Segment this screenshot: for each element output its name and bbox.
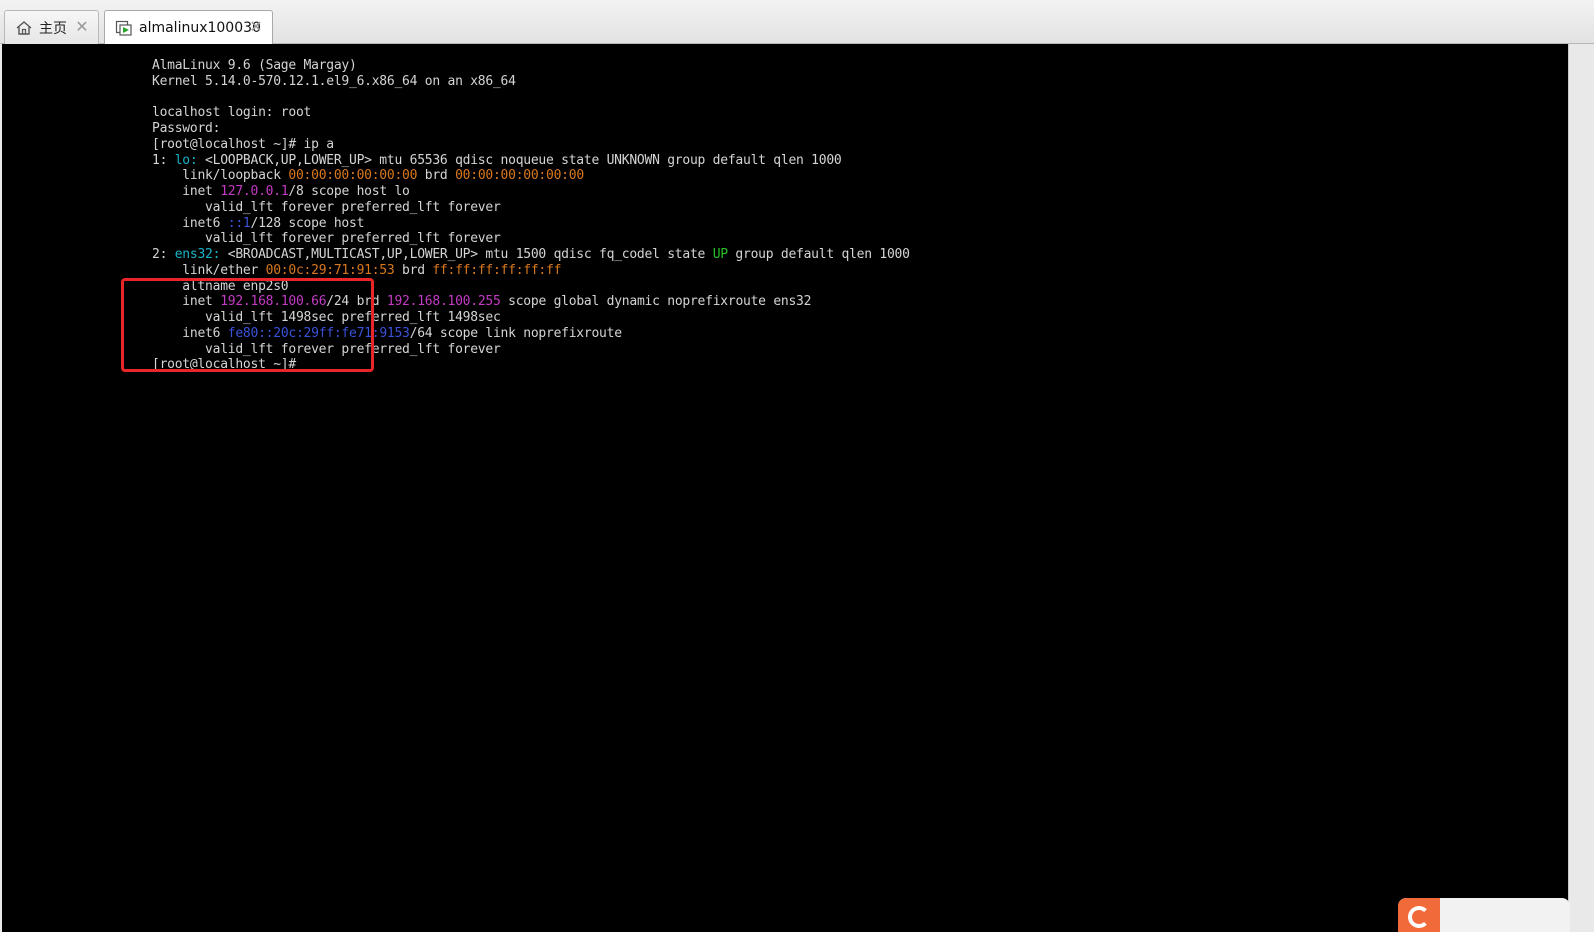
close-icon[interactable]: ✕ bbox=[248, 19, 264, 35]
terminal-line: valid_lft forever preferred_lft forever bbox=[152, 342, 910, 358]
terminal-text: 192.168.100.255 bbox=[386, 294, 501, 310]
terminal-text: <LOOPBACK,UP,LOWER_UP> mtu 65536 qdisc n… bbox=[197, 152, 842, 168]
terminal-text: inet bbox=[152, 184, 221, 199]
terminal-text: 127.0.0.1 bbox=[220, 184, 289, 199]
terminal-line: inet 127.0.0.1/8 scope host lo bbox=[152, 184, 910, 200]
terminal-text: brd bbox=[394, 262, 433, 278]
terminal-text: 2: bbox=[152, 247, 175, 262]
terminal-text: group default qlen 1000 bbox=[727, 247, 910, 262]
terminal-text: link/ether bbox=[152, 262, 266, 278]
tab-home[interactable]: 主页 ✕ bbox=[4, 10, 99, 44]
vm-icon bbox=[115, 19, 133, 37]
terminal-text: /24 brd bbox=[326, 294, 387, 310]
floating-widget[interactable] bbox=[1398, 898, 1570, 932]
terminal-text: <BROADCAST,MULTICAST,UP,LOWER_UP> mtu 15… bbox=[220, 247, 713, 262]
terminal-text: [root@localhost ~]# bbox=[152, 357, 296, 373]
terminal-text: scope global dynamic noprefixroute ens32 bbox=[500, 294, 812, 310]
terminal-text: 00:00:00:00:00:00 bbox=[288, 168, 418, 184]
terminal-text: inet6 bbox=[152, 215, 228, 231]
terminal-line: valid_lft forever preferred_lft forever bbox=[152, 231, 910, 247]
terminal-line: link/ether 00:0c:29:71:91:53 brd ff:ff:f… bbox=[152, 263, 910, 279]
terminal-text: valid_lft forever preferred_lft forever bbox=[152, 199, 501, 215]
terminal-line: inet 192.168.100.66/24 brd 192.168.100.2… bbox=[152, 294, 910, 310]
tab-almalinux-label: almalinux100030 bbox=[139, 20, 261, 36]
terminal-text: fe80::20c:29ff:fe71:9153 bbox=[227, 325, 410, 341]
terminal-text: ff:ff:ff:ff:ff:ff bbox=[432, 262, 562, 278]
close-icon[interactable]: ✕ bbox=[74, 19, 90, 35]
terminal-text: valid_lft 1498sec preferred_lft 1498sec bbox=[152, 310, 501, 325]
tab-bar: 主页 ✕ almalinux100030 ✕ bbox=[0, 0, 1594, 45]
terminal-line: [root@localhost ~]# ip a bbox=[152, 137, 910, 153]
terminal-text: 192.168.100.66 bbox=[220, 294, 327, 310]
tab-home-label: 主页 bbox=[39, 20, 67, 37]
terminal-text: /128 scope host bbox=[250, 215, 365, 231]
terminal-text: 1: bbox=[152, 152, 175, 168]
terminal-text: localhost login: root bbox=[152, 105, 312, 121]
terminal-text: ens32: bbox=[174, 247, 221, 262]
terminal-text: Password: bbox=[152, 121, 221, 136]
terminal-line: AlmaLinux 9.6 (Sage Margay) bbox=[152, 58, 910, 74]
terminal-line: Password: bbox=[152, 121, 910, 137]
terminal-line: 2: ens32: <BROADCAST,MULTICAST,UP,LOWER_… bbox=[152, 247, 910, 263]
terminal-text: lo: bbox=[174, 152, 198, 168]
terminal-line: 1: lo: <LOOPBACK,UP,LOWER_UP> mtu 65536 … bbox=[152, 153, 910, 169]
terminal-text: valid_lft forever preferred_lft forever bbox=[152, 341, 501, 357]
home-icon bbox=[15, 19, 33, 37]
terminal-text: altname enp2s0 bbox=[152, 278, 289, 294]
terminal-line: inet6 ::1/128 scope host bbox=[152, 216, 910, 232]
terminal-text: brd bbox=[417, 168, 456, 184]
terminal-line: [root@localhost ~]# bbox=[152, 357, 910, 373]
terminal-text: UP bbox=[712, 247, 728, 262]
terminal-output: AlmaLinux 9.6 (Sage Margay) Kernel 5.14.0… bbox=[152, 58, 910, 373]
window-edge bbox=[1568, 44, 1594, 932]
terminal-text: ::1 bbox=[227, 215, 251, 231]
terminal-text: inet bbox=[152, 294, 221, 310]
terminal-line: inet6 fe80::20c:29ff:fe71:9153/64 scope … bbox=[152, 326, 910, 342]
terminal-text: link/loopback bbox=[152, 168, 289, 184]
tab-almalinux[interactable]: almalinux100030 ✕ bbox=[104, 10, 273, 45]
terminal-text: AlmaLinux 9.6 (Sage Margay) bbox=[152, 58, 357, 73]
terminal-text: Kernel 5.14.0-570.12.1.el9_6.x86_64 on a… bbox=[152, 73, 516, 89]
terminal-text: valid_lft forever preferred_lft forever bbox=[152, 231, 501, 247]
terminal-line: valid_lft 1498sec preferred_lft 1498sec bbox=[152, 310, 910, 326]
terminal-line: link/loopback 00:00:00:00:00:00 brd 00:0… bbox=[152, 168, 910, 184]
terminal-text: inet6 bbox=[152, 325, 228, 341]
terminal-text: [root@localhost ~]# ip a bbox=[152, 136, 334, 152]
terminal-line: valid_lft forever preferred_lft forever bbox=[152, 200, 910, 216]
terminal-line: Kernel 5.14.0-570.12.1.el9_6.x86_64 on a… bbox=[152, 74, 910, 90]
terminal-text: 00:0c:29:71:91:53 bbox=[265, 262, 395, 278]
terminal-line: localhost login: root bbox=[152, 105, 910, 121]
terminal-text: /64 scope link noprefixroute bbox=[409, 325, 622, 341]
app-logo-icon bbox=[1398, 898, 1440, 932]
terminal-text: /8 scope host lo bbox=[288, 184, 410, 199]
terminal-line: altname enp2s0 bbox=[152, 279, 910, 295]
terminal-text: 00:00:00:00:00:00 bbox=[455, 168, 584, 184]
